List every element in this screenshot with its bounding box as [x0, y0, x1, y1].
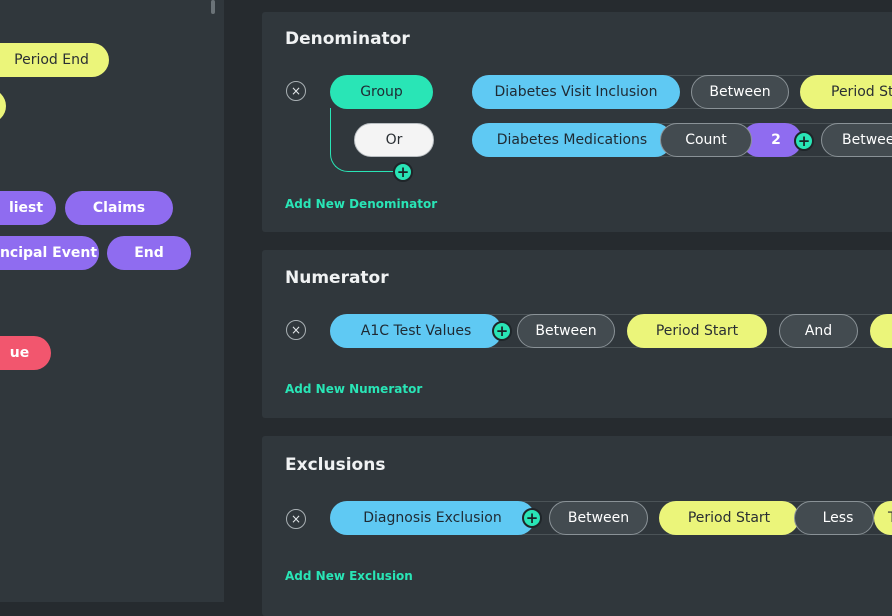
panel-title: Exclusions [285, 455, 386, 475]
or-label: Or [385, 132, 403, 148]
palette-pill-label: End [134, 245, 164, 261]
criteria-pill-diabetes-visit[interactable]: Diabetes Visit Inclusion [472, 75, 680, 109]
palette-pill-label: Claims [92, 200, 146, 216]
palette-sidebar: Period End liest Claims ncipal Event End… [0, 0, 224, 602]
operator-label: Count [685, 132, 727, 148]
operator-label: Between [709, 84, 771, 100]
close-icon[interactable]: × [286, 320, 306, 340]
criteria-label: A1C Test Values [360, 323, 472, 339]
add-new-numerator-link[interactable]: Add New Numerator [285, 382, 422, 396]
value-label: T [888, 510, 892, 526]
denominator-panel: Denominator × Group Or + Diabetes Visit … [262, 12, 892, 232]
criteria-label: Diabetes Medications [496, 132, 648, 148]
palette-pill-value[interactable]: ue [0, 336, 51, 370]
palette-pill-earliest[interactable]: liest [0, 191, 56, 225]
palette-pill-principal-event[interactable]: ncipal Event [0, 236, 99, 270]
operator-pill-between[interactable]: Between [691, 75, 789, 109]
add-new-exclusion-link[interactable]: Add New Exclusion [285, 569, 413, 583]
operator-label: And [804, 323, 833, 339]
numerator-panel: Numerator × A1C Test Values + Between Pe… [262, 250, 892, 418]
panel-title: Numerator [285, 268, 389, 288]
exclusions-panel: Exclusions × Diagnosis Exclusion + Betwe… [262, 436, 892, 616]
or-toggle-button[interactable]: Or [354, 123, 434, 157]
criteria-label: Diagnosis Exclusion [363, 510, 502, 526]
add-criteria-icon[interactable]: + [492, 321, 512, 341]
operator-label: Between [535, 323, 597, 339]
value-label: Period St [831, 84, 892, 100]
operator-label: Between [567, 510, 630, 526]
add-new-denominator-link[interactable]: Add New Denominator [285, 197, 437, 211]
close-icon[interactable]: × [286, 81, 306, 101]
operator-label: Less [822, 510, 854, 526]
palette-pill-yellow[interactable] [0, 89, 6, 123]
group-button[interactable]: Group [330, 75, 433, 109]
criteria-pill-diabetes-medications[interactable]: Diabetes Medications [472, 123, 672, 157]
operator-pill-less[interactable]: Less [794, 501, 874, 535]
operator-pill-between[interactable]: Betwee [821, 123, 892, 157]
count-value: 2 [771, 132, 781, 148]
criteria-pill-diagnosis-exclusion[interactable]: Diagnosis Exclusion [330, 501, 535, 535]
palette-pill-period-end[interactable]: Period End [0, 43, 109, 77]
operator-pill-and[interactable]: And [779, 314, 858, 348]
palette-pill-claims[interactable]: Claims [65, 191, 173, 225]
close-icon[interactable]: × [286, 509, 306, 529]
palette-pill-label: ue [9, 345, 30, 361]
value-pill-period-start[interactable]: Period St [800, 75, 892, 109]
operator-pill-count[interactable]: Count [660, 123, 752, 157]
palette-pill-end[interactable]: End [107, 236, 191, 270]
value-label: Period Start [655, 323, 739, 339]
operator-label: Betwee [842, 132, 892, 148]
criteria-pill-a1c-test-values[interactable]: A1C Test Values [330, 314, 502, 348]
operator-pill-between[interactable]: Between [549, 501, 648, 535]
palette-pill-label: Period End [14, 52, 89, 68]
operator-pill-between[interactable]: Between [517, 314, 615, 348]
add-criteria-icon[interactable]: + [794, 131, 814, 151]
add-to-group-icon[interactable]: + [393, 162, 413, 182]
palette-pill-label: liest [8, 200, 44, 216]
criteria-label: Diabetes Visit Inclusion [494, 84, 658, 100]
sidebar-scrollbar[interactable] [211, 0, 215, 14]
palette-pill-label: ncipal Event [0, 245, 98, 261]
panel-title: Denominator [285, 29, 410, 49]
value-pill-period-start[interactable]: Period Start [659, 501, 799, 535]
add-criteria-icon[interactable]: + [522, 508, 542, 528]
group-label: Group [360, 84, 403, 100]
value-label: Period Start [687, 510, 771, 526]
value-pill-period-start[interactable]: Period Start [627, 314, 767, 348]
